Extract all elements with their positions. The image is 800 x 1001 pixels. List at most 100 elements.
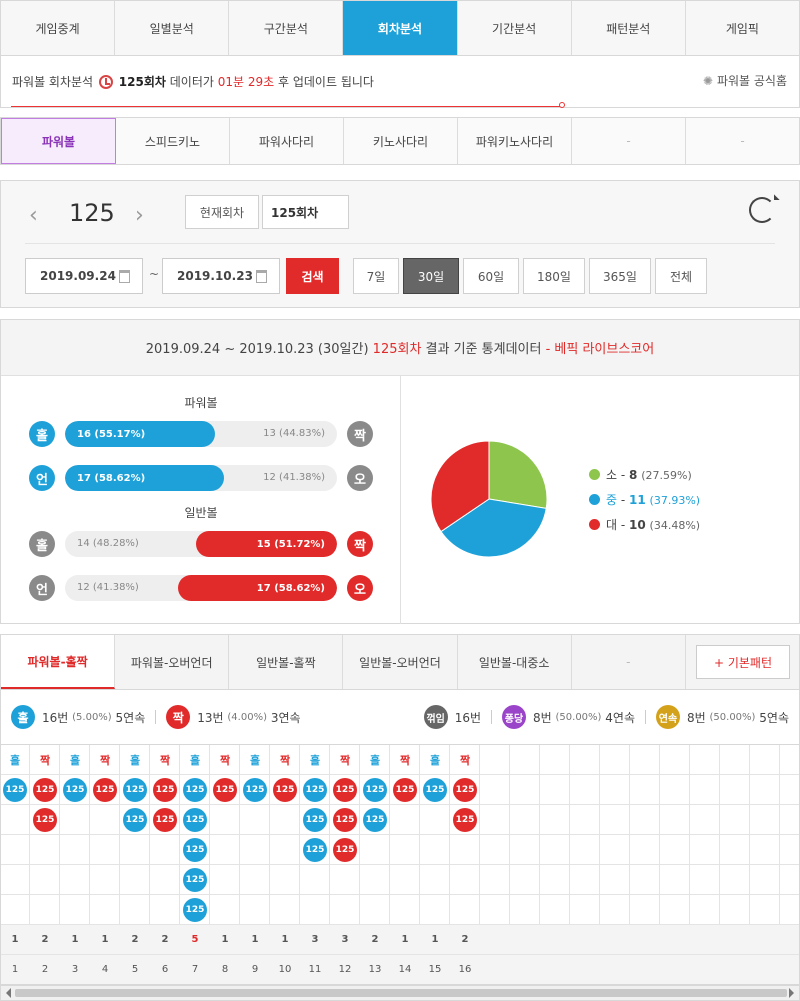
calendar-icon[interactable] xyxy=(119,270,130,283)
column-index xyxy=(570,955,600,984)
pattern-column: 홀 125 1 15 xyxy=(420,745,450,984)
result-ball: 125 xyxy=(243,778,267,802)
period-button[interactable]: 180일 xyxy=(523,258,585,294)
column-count: 1 xyxy=(420,925,450,955)
pattern-tab[interactable]: 파워볼-오버언더 xyxy=(115,635,230,689)
legend-dot-icon xyxy=(589,519,600,530)
search-button[interactable]: 검색 xyxy=(286,258,339,294)
column-header xyxy=(570,745,600,775)
prev-round-icon[interactable]: ‹ xyxy=(29,203,38,228)
grid-cell xyxy=(1,895,30,925)
calendar-icon[interactable] xyxy=(256,270,267,283)
column-header xyxy=(720,745,750,775)
basic-pattern-button[interactable]: + 기본패턴 xyxy=(696,645,790,679)
horizontal-scrollbar[interactable] xyxy=(0,985,800,1001)
period-button[interactable]: 365일 xyxy=(589,258,651,294)
pattern-tab: - xyxy=(571,635,686,689)
grid-cell xyxy=(660,895,690,925)
game-type-tabs: 파워볼 스피드키노 파워사다리 키노사다리 파워키노사다리 - - xyxy=(0,117,800,165)
legend-divider xyxy=(491,710,492,724)
grid-cell: 125 xyxy=(180,895,210,925)
current-round-button[interactable]: 현재회차 xyxy=(185,195,259,229)
nav-tab[interactable]: 구간분석 xyxy=(229,1,344,55)
nav-tab[interactable]: 게임중계 xyxy=(1,1,116,55)
column-header: 짝 xyxy=(30,745,60,775)
date-to-field[interactable]: 2019.10.23 xyxy=(162,258,280,294)
result-ball: 125 xyxy=(213,778,237,802)
grid-cell xyxy=(720,805,750,835)
period-button[interactable]: 30일 xyxy=(403,258,459,294)
stat-bar-fill: 17 (58.62%) xyxy=(65,465,224,491)
column-index xyxy=(480,955,510,984)
period-button[interactable]: 7일 xyxy=(353,258,399,294)
pattern-tab[interactable]: 파워볼-홀짝 xyxy=(1,635,116,689)
nav-tab[interactable]: 게임픽 xyxy=(686,1,799,55)
round-input[interactable]: 125회차 xyxy=(262,195,349,229)
grid-cell xyxy=(570,895,600,925)
grid-cell: 125 xyxy=(300,835,330,865)
next-round-icon[interactable]: › xyxy=(135,203,144,228)
pattern-tab[interactable]: 일반볼-홀짝 xyxy=(229,635,344,689)
scrollbar-thumb[interactable] xyxy=(15,989,787,997)
grid-cell: 125 xyxy=(450,775,480,805)
column-index xyxy=(750,955,780,984)
grid-cell xyxy=(360,865,390,895)
refresh-icon[interactable] xyxy=(749,197,775,223)
grid-cell: 125 xyxy=(300,775,330,805)
nav-tab[interactable]: 일별분석 xyxy=(115,1,230,55)
grid-cell xyxy=(450,895,480,925)
grid-cell xyxy=(780,805,799,835)
game-tab[interactable]: 파워사다리 xyxy=(230,118,344,164)
official-home-link[interactable]: ✺ 파워볼 공식홈 xyxy=(703,72,787,89)
grid-cell xyxy=(630,835,660,865)
result-ball: 125 xyxy=(33,808,57,832)
column-count xyxy=(570,925,600,955)
pattern-column: 홀 125 125 125 125 125 5 7 xyxy=(180,745,210,984)
panel-divider xyxy=(25,243,775,244)
scroll-left-icon[interactable] xyxy=(1,988,11,998)
game-tab[interactable]: 파워키노사다리 xyxy=(458,118,572,164)
grid-cell xyxy=(270,805,300,835)
result-ball: 125 xyxy=(183,868,207,892)
column-header: 홀 xyxy=(1,745,30,775)
result-ball: 125 xyxy=(183,778,207,802)
pattern-grid: 홀 125 1 1 짝 125 125 2 2 홀 125 1 3 짝 125 1 4 홀 125 125 2 5 짝 125… xyxy=(0,744,800,985)
grid-cell xyxy=(1,835,30,865)
pattern-column: 홀 125 1 9 xyxy=(240,745,270,984)
game-tab[interactable]: 파워볼 xyxy=(1,118,116,164)
right-ball-icon: 오 xyxy=(347,575,373,601)
left-ball-icon: 홀 xyxy=(29,531,55,557)
period-button[interactable]: 전체 xyxy=(655,258,707,294)
nav-tab[interactable]: 기간분석 xyxy=(458,1,572,55)
pattern-tab[interactable]: 일반볼-오버언더 xyxy=(343,635,458,689)
result-ball: 125 xyxy=(333,778,357,802)
pattern-tab[interactable]: 일반볼-대중소 xyxy=(457,635,572,689)
grid-cell xyxy=(390,895,420,925)
right-value: 12 (41.38%) xyxy=(263,472,325,483)
game-tab[interactable]: 스피드키노 xyxy=(116,118,230,164)
column-index: 15 xyxy=(420,955,450,984)
grid-cell xyxy=(690,895,720,925)
result-ball: 125 xyxy=(453,778,477,802)
grid-cell xyxy=(240,865,270,895)
column-index: 11 xyxy=(300,955,330,984)
column-header: 홀 xyxy=(120,745,150,775)
pattern-column: 짝 125 1 10 xyxy=(270,745,300,984)
nav-tab[interactable]: 회차분석 xyxy=(343,1,458,55)
pie-legend-item: 중 - 11 (37.93%) xyxy=(589,491,700,508)
game-tab[interactable]: 키노사다리 xyxy=(344,118,458,164)
period-button[interactable]: 60일 xyxy=(463,258,519,294)
column-index: 7 xyxy=(180,955,210,984)
column-index: 4 xyxy=(90,955,120,984)
date-from-field[interactable]: 2019.09.24 xyxy=(25,258,143,294)
bend-icon: 꺾임 xyxy=(423,705,448,729)
scroll-right-icon[interactable] xyxy=(789,988,799,998)
column-header: 짝 xyxy=(390,745,420,775)
nav-tab[interactable]: 패턴분석 xyxy=(572,1,686,55)
stat-bar-fill: 15 (51.72%) xyxy=(196,531,337,557)
column-count xyxy=(510,925,540,955)
column-header xyxy=(600,745,630,775)
column-index xyxy=(780,955,799,984)
column-index xyxy=(600,955,630,984)
grid-cell xyxy=(420,835,450,865)
